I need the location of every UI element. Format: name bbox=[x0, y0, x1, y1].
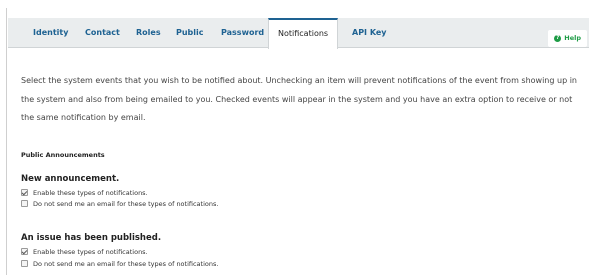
tab-api-key[interactable]: API Key bbox=[352, 18, 387, 48]
group-title-new-announcement: New announcement. bbox=[21, 174, 120, 184]
option-enable-new-announcement[interactable]: Enable these types of notifications. bbox=[21, 188, 148, 198]
option-label: Do not send me an email for these types … bbox=[33, 200, 219, 208]
section-title: Public Announcements bbox=[21, 151, 105, 159]
checkbox-unchecked[interactable] bbox=[21, 259, 28, 267]
option-label: Enable these types of notifications. bbox=[33, 248, 148, 256]
tab-roles[interactable]: Roles bbox=[136, 18, 161, 48]
intro-container: Select the system events that you wish t… bbox=[21, 72, 587, 128]
option-label: Do not send me an email for these types … bbox=[33, 260, 219, 268]
option-no-email-issue-published[interactable]: Do not send me an email for these types … bbox=[21, 259, 218, 269]
option-label: Enable these types of notifications. bbox=[33, 189, 148, 197]
tab-identity[interactable]: Identity bbox=[33, 18, 68, 48]
checkbox-unchecked[interactable] bbox=[21, 199, 28, 207]
intro-text: Select the system events that you wish t… bbox=[21, 76, 577, 122]
option-enable-issue-published[interactable]: Enable these types of notifications. bbox=[21, 247, 148, 257]
tab-notifications[interactable]: Notifications bbox=[268, 18, 339, 49]
help-button[interactable]: ? Help bbox=[548, 30, 587, 47]
option-no-email-new-announcement[interactable]: Do not send me an email for these types … bbox=[21, 199, 218, 209]
tab-bar: Identity Contact Roles Public Password N… bbox=[8, 18, 589, 49]
help-label: Help bbox=[564, 34, 581, 42]
checkbox-checked[interactable] bbox=[21, 188, 28, 196]
tab-password[interactable]: Password bbox=[221, 18, 264, 48]
checkbox-checked[interactable] bbox=[21, 247, 28, 255]
group-title-issue-published: An issue has been published. bbox=[21, 233, 162, 243]
frame-top bbox=[0, 0, 589, 8]
frame-left bbox=[0, 8, 7, 275]
tab-contact[interactable]: Contact bbox=[85, 18, 120, 48]
help-circle-icon: ? bbox=[554, 34, 562, 42]
tab-public[interactable]: Public bbox=[176, 18, 204, 48]
